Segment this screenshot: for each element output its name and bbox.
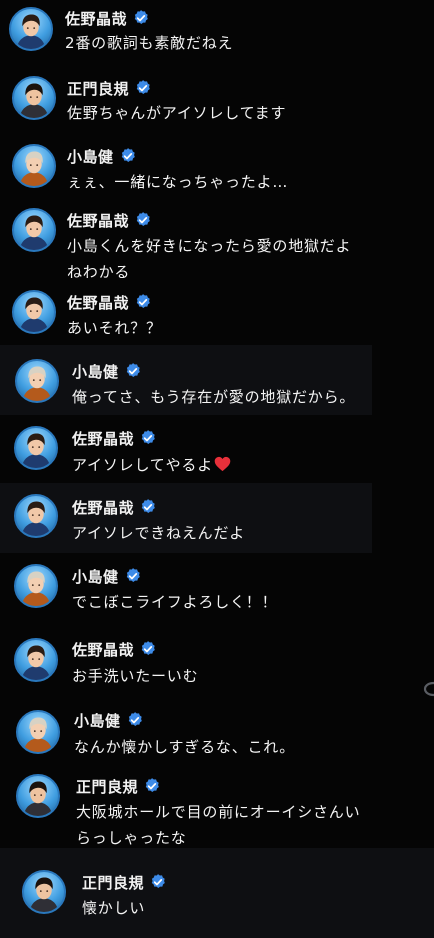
author-row: 小島健 bbox=[72, 361, 142, 381]
refresh-icon[interactable] bbox=[422, 680, 434, 698]
author-name[interactable]: 小島健 bbox=[74, 710, 121, 731]
verified-badge-icon bbox=[126, 711, 144, 729]
author-row: 正門良規 bbox=[76, 776, 161, 796]
author-name[interactable]: 小島健 bbox=[72, 361, 119, 382]
author-name[interactable]: 佐野晶哉 bbox=[72, 497, 134, 518]
author-row: 小島健 bbox=[74, 710, 144, 730]
comment-item[interactable]: 正門良規大阪城ホールで目の前にオーイシさんい らっしゃったな bbox=[0, 774, 420, 855]
author-name[interactable]: 正門良規 bbox=[76, 776, 138, 797]
verified-badge-icon bbox=[124, 362, 142, 380]
author-name[interactable]: 正門良規 bbox=[82, 872, 144, 893]
verified-badge-icon bbox=[139, 498, 157, 516]
author-row: 佐野晶哉 bbox=[72, 428, 157, 448]
avatar[interactable] bbox=[14, 564, 58, 608]
verified-badge-icon bbox=[132, 9, 150, 27]
author-row: 正門良規 bbox=[67, 78, 152, 98]
comment-text-line: らっしゃったな bbox=[76, 829, 187, 847]
comment-text: ねわかる bbox=[67, 259, 130, 285]
verified-badge-icon bbox=[139, 640, 157, 658]
author-row: 佐野晶哉 bbox=[65, 8, 150, 28]
comment-text: 懐かしい bbox=[82, 895, 145, 921]
comment-text: アイソレできねえんだよ bbox=[72, 520, 245, 546]
author-name[interactable]: 小島健 bbox=[72, 566, 119, 587]
comment-text: 2番の歌詞も素敵だねえ bbox=[65, 30, 233, 56]
comment-text-line: 懐かしい bbox=[82, 899, 146, 917]
comment-item[interactable]: 小島健でこぼこライフよろしく！！ bbox=[0, 564, 420, 619]
verified-badge-icon bbox=[134, 79, 152, 97]
avatar[interactable] bbox=[12, 144, 56, 188]
comment-text-line: お手洗いたーいむ bbox=[72, 667, 199, 685]
author-name[interactable]: 正門良規 bbox=[67, 78, 129, 99]
comment-text: 俺ってさ、もう存在が愛の地獄だから。 bbox=[72, 384, 355, 410]
verified-badge-icon bbox=[143, 777, 161, 795]
comment-text: ぇぇ、一緒になっちゃったよ… bbox=[67, 169, 288, 195]
comment-text: 大阪城ホールで目の前にオーイシさんい bbox=[76, 799, 360, 825]
comment-text: なんか懐かしすぎるな、これ。 bbox=[74, 734, 295, 760]
comment-item[interactable]: 小島健俺ってさ、もう存在が愛の地獄だから。 bbox=[0, 355, 420, 414]
author-row: 小島健 bbox=[72, 566, 142, 586]
avatar[interactable] bbox=[14, 638, 58, 682]
verified-badge-icon bbox=[139, 429, 157, 447]
author-row: 佐野晶哉 bbox=[67, 292, 152, 312]
comment-item[interactable]: 佐野晶哉 2番の歌詞も素敵だねえ bbox=[0, 0, 420, 60]
comment-text-line: あいそれ？？ bbox=[67, 319, 162, 337]
comment-text: あいそれ？？ bbox=[67, 315, 162, 341]
avatar[interactable] bbox=[16, 774, 60, 818]
comment-text: でこぼこライフよろしく！！ bbox=[72, 589, 277, 615]
comment-text-line: アイソレできねえんだよ bbox=[72, 524, 246, 542]
comment-item[interactable]: 佐野晶哉アイソレしてやるよ bbox=[0, 423, 420, 482]
comment-text-line: アイソレしてやるよ bbox=[72, 456, 214, 474]
avatar[interactable] bbox=[15, 359, 59, 403]
comment-item[interactable]: 正門良規 懐かしい bbox=[0, 868, 420, 925]
comment-text: お手洗いたーいむ bbox=[72, 663, 198, 689]
verified-badge-icon bbox=[149, 873, 167, 891]
comment-text-line: 俺ってさ、もう存在が愛の地獄だから。 bbox=[72, 388, 356, 406]
author-name[interactable]: 佐野晶哉 bbox=[72, 639, 134, 660]
comment-text-line: 2番の歌詞も素敵だねえ bbox=[65, 34, 234, 52]
comment-item[interactable]: 正門良規佐野ちゃんがアイソレしてます bbox=[0, 70, 420, 130]
red-heart-emoji-icon bbox=[214, 456, 231, 472]
comment-item[interactable]: 佐野晶哉お手洗いたーいむ bbox=[0, 636, 420, 693]
verified-badge-icon bbox=[134, 293, 152, 311]
avatar[interactable] bbox=[12, 208, 56, 252]
author-row: 佐野晶哉 bbox=[72, 639, 157, 659]
comment-text: らっしゃったな bbox=[76, 825, 187, 851]
comment-text-line: ぇぇ、一緒になっちゃったよ… bbox=[67, 173, 289, 191]
comment-text: アイソレしてやるよ bbox=[72, 452, 231, 478]
verified-badge-icon bbox=[119, 147, 137, 165]
comment-text: 小島くんを好きになったら愛の地獄だよ bbox=[67, 233, 351, 259]
comment-item[interactable]: 佐野晶哉あいそれ？？ bbox=[0, 285, 420, 345]
author-name[interactable]: 佐野晶哉 bbox=[67, 292, 129, 313]
comment-item[interactable]: 佐野晶哉小島くんを好きになったら愛の地獄だよ ねわかる bbox=[0, 203, 420, 289]
avatar[interactable] bbox=[14, 494, 58, 538]
comment-text-line: 大阪城ホールで目の前にオーイシさんい bbox=[76, 803, 361, 821]
comment-item[interactable]: 佐野晶哉アイソレできねえんだよ bbox=[0, 492, 420, 550]
avatar[interactable] bbox=[9, 7, 53, 51]
author-name[interactable]: 佐野晶哉 bbox=[72, 428, 134, 449]
author-name[interactable]: 小島健 bbox=[67, 146, 114, 167]
comment-text-line: 小島くんを好きになったら愛の地獄だよ bbox=[67, 237, 352, 255]
author-row: 佐野晶哉 bbox=[67, 210, 152, 230]
author-name[interactable]: 佐野晶哉 bbox=[65, 8, 127, 29]
comment-text-line: ねわかる bbox=[67, 263, 131, 281]
author-name[interactable]: 佐野晶哉 bbox=[67, 210, 129, 231]
author-row: 佐野晶哉 bbox=[72, 497, 157, 517]
verified-badge-icon bbox=[124, 567, 142, 585]
avatar[interactable] bbox=[14, 426, 58, 470]
avatar[interactable] bbox=[12, 290, 56, 334]
avatar[interactable] bbox=[22, 870, 66, 914]
verified-badge-icon bbox=[134, 211, 152, 229]
comment-item[interactable]: 小島健なんか懐かしすぎるな、これ。 bbox=[0, 709, 420, 764]
comment-text-line: 佐野ちゃんがアイソレしてます bbox=[67, 104, 287, 122]
comment-text-line: でこぼこライフよろしく！！ bbox=[72, 593, 278, 611]
author-row: 小島健 bbox=[67, 146, 137, 166]
comment-feed: 佐野晶哉 2番の歌詞も素敵だねえ 正門良規 佐野ちゃんがアイソレしてます 小島健 ぇぇ、一… bbox=[0, 0, 434, 938]
avatar[interactable] bbox=[16, 710, 60, 754]
comment-item[interactable]: 小島健ぇぇ、一緒になっちゃったよ… bbox=[0, 139, 420, 199]
comment-text: 佐野ちゃんがアイソレしてます bbox=[67, 100, 286, 126]
avatar[interactable] bbox=[12, 76, 56, 120]
author-row: 正門良規 bbox=[82, 872, 167, 892]
comment-text-line: なんか懐かしすぎるな、これ。 bbox=[74, 738, 296, 756]
